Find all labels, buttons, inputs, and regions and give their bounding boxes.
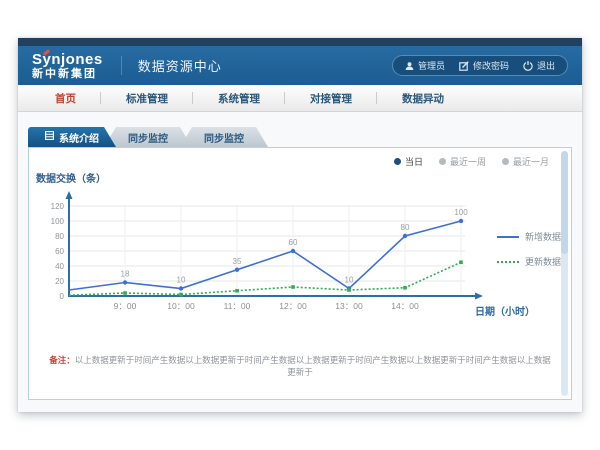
nav-item-data-change[interactable]: 数据异动 [377,91,469,106]
tab-bar: 系统介绍 同步监控 同步监控 [28,127,268,147]
footer-note-label: 备注： [49,355,75,365]
svg-text:60: 60 [55,247,64,256]
footer-note: 备注：以上数据更新于时间产生数据以上数据更新于时间产生数据以上数据更新于时间产生… [29,354,571,378]
app-header: Synjones 新中新集团 数据资源中心 管理员 修改密码 退出 [18,46,582,85]
app-window: Synjones 新中新集团 数据资源中心 管理员 修改密码 退出 首页 标准管… [18,38,582,412]
main-nav: 首页 标准管理 系统管理 对接管理 数据异动 [18,85,582,112]
radio-dot [394,158,401,165]
change-password-button[interactable]: 修改密码 [459,59,509,72]
radio-last-week[interactable]: 最近一周 [439,155,486,168]
brand-logo-subtext: 新中新集团 [32,69,103,80]
svg-text:13：00: 13：00 [335,301,363,311]
tab-label: 同步监控 [128,130,168,145]
radio-dot [502,158,509,165]
page-title: 数据资源中心 [121,56,222,75]
user-pill: 管理员 修改密码 退出 [392,55,568,76]
svg-text:35: 35 [233,257,242,266]
x-axis-title: 日期（小时） [475,303,535,318]
time-range-filter: 当日 最近一周 最近一月 [394,155,549,168]
panel-scrollbar[interactable] [561,151,568,396]
chart-panel: 当日 最近一周 最近一月 数据交换（条） 0 20 40 60 80 100 120 9：00… [28,147,572,400]
radio-dot [439,158,446,165]
logout-label: 退出 [537,59,555,72]
radio-last-month[interactable]: 最近一月 [502,155,549,168]
svg-text:9：00: 9：00 [114,301,137,311]
user-button-label: 管理员 [418,59,445,72]
logout-button[interactable]: 退出 [523,59,555,72]
footer-note-text: 以上数据更新于时间产生数据以上数据更新于时间产生数据以上数据更新于时间产生数据以… [75,355,551,377]
svg-text:14：00: 14：00 [391,301,419,311]
tab-sync-monitor-2[interactable]: 同步监控 [180,127,268,147]
svg-text:10: 10 [345,276,354,285]
nav-item-home[interactable]: 首页 [30,91,101,106]
user-button[interactable]: 管理员 [405,59,445,72]
svg-text:100: 100 [51,217,65,226]
scrollbar-thumb[interactable] [561,151,568,254]
svg-text:12：00: 12：00 [279,301,307,311]
svg-text:40: 40 [55,262,64,271]
svg-text:11：00: 11：00 [224,301,251,311]
change-password-label: 修改密码 [473,59,509,72]
line-chart: 0 20 40 60 80 100 120 9：00 10：00 11：00 12：00 13：00 1… [39,184,525,318]
svg-text:20: 20 [55,277,64,286]
nav-item-system-management[interactable]: 系统管理 [193,91,285,106]
legend-line-dotted-icon [497,261,519,263]
tab-system-intro[interactable]: 系统介绍 [28,127,116,147]
radio-label: 最近一周 [450,155,486,168]
tab-label: 同步监控 [204,130,244,145]
radio-label: 最近一月 [513,155,549,168]
legend-label: 更新数据 [525,255,561,268]
legend-label: 新增数据 [525,230,561,243]
tab-sync-monitor-1[interactable]: 同步监控 [104,127,192,147]
tab-label: 系统介绍 [59,130,99,145]
legend-item-new-data[interactable]: 新增数据 [497,230,561,243]
svg-text:60: 60 [289,238,298,247]
svg-text:120: 120 [51,202,65,211]
svg-text:10: 10 [177,276,186,285]
system-intro-icon [45,131,54,143]
svg-text:80: 80 [55,232,64,241]
power-icon [523,61,533,71]
radio-label: 当日 [405,155,423,168]
y-axis-title: 数据交换（条） [36,170,106,185]
svg-text:18: 18 [121,270,130,279]
legend-item-updated-data[interactable]: 更新数据 [497,255,561,268]
user-icon [405,61,414,71]
brand-logo: Synjones 新中新集团 [32,52,103,80]
chart-legend: 新增数据 更新数据 [497,230,561,268]
svg-text:100: 100 [454,208,468,217]
svg-text:80: 80 [401,223,410,232]
nav-item-standard-management[interactable]: 标准管理 [101,91,193,106]
svg-text:0: 0 [60,292,65,301]
top-navy-strip [18,38,582,46]
svg-text:10：00: 10：00 [167,301,195,311]
edit-icon [459,61,469,71]
legend-line-solid-icon [497,236,519,238]
radio-today[interactable]: 当日 [394,155,423,168]
nav-item-interface-management[interactable]: 对接管理 [285,91,377,106]
